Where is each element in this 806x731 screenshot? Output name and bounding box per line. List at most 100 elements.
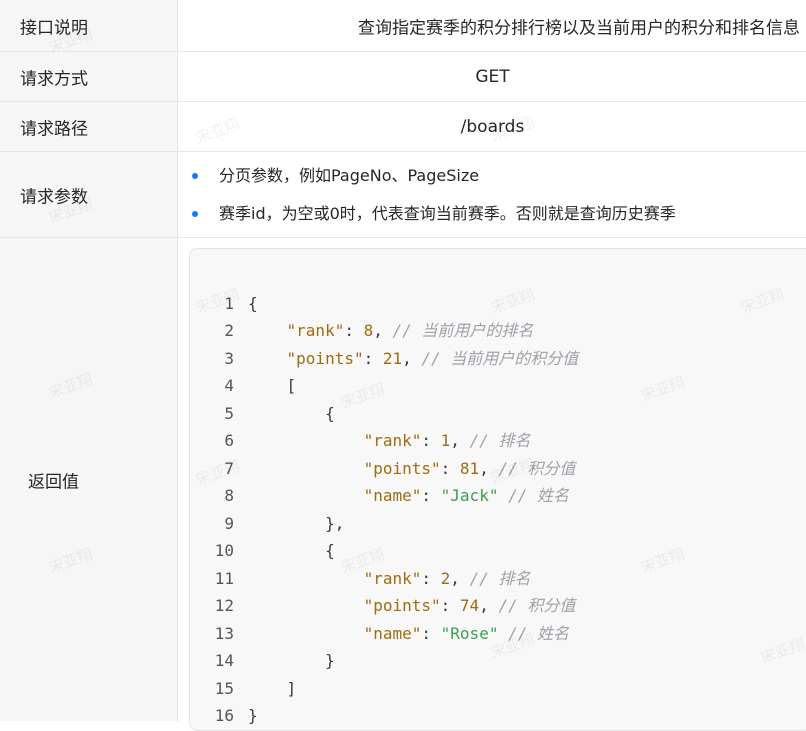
row-label: 返回值 [28,472,79,492]
line-number: 8 [224,486,234,505]
code-key: "rank" [363,569,422,588]
code-comment: // 积分值 [498,596,576,615]
code-token: , [479,596,499,615]
code-token: , [479,459,499,478]
row-label: 请求方式 [20,69,88,89]
code-line: 12 "points": 74, // 积分值 [190,592,576,619]
label-cell: 返回值 [0,238,178,721]
code-comment: // 积分值 [498,459,576,478]
bullet-icon [192,173,198,179]
list-item: 分页参数，例如PageNo、PageSize [191,164,676,202]
value-cell: 查询指定赛季的积分排行榜以及当前用户的积分和排名信息 [179,0,806,51]
code-token: : [421,486,441,505]
line-number: 1 [224,294,234,313]
code-token: : [440,459,460,478]
code-value: 74 [459,596,480,615]
code-line: 6 "rank": 1, // 排名 [190,427,530,454]
code-comment: // 姓名 [508,486,569,505]
code-line: 14 } [190,647,335,674]
code-token: , [402,349,422,368]
row-response: 返回值 1{ 2 "rank": 8, // 当前用户的排名 3 "points… [0,238,806,731]
code-token: { [325,541,335,560]
line-number: 2 [224,321,234,340]
bullet-icon [192,211,198,217]
code-line: 3 "points": 21, // 当前用户的积分值 [190,345,578,372]
code-key: "rank" [286,321,345,340]
code-line: 4 [ [190,372,296,399]
row-description: 接口说明 查询指定赛季的积分排行榜以及当前用户的积分和排名信息 [0,0,806,52]
code-token: : [421,431,441,450]
line-number: 6 [224,431,234,450]
value-cell: GET [179,52,806,101]
code-line: 15 ] [190,675,296,702]
line-number: 7 [224,459,234,478]
code-line: 9 }, [190,510,344,537]
code-token: : [344,321,364,340]
code-token: }, [325,514,345,533]
code-line: 11 "rank": 2, // 排名 [190,565,531,592]
row-label: 请求参数 [20,187,88,207]
code-comment: // 姓名 [508,624,569,643]
label-cell: 请求参数 [0,152,178,237]
params-list: 分页参数，例如PageNo、PageSize 赛季id，为空或0时，代表查询当前… [191,164,676,240]
line-number: 14 [214,651,234,670]
code-line: 16} [190,702,258,729]
method-text: GET [475,66,510,87]
code-line: 13 "name": "Rose" // 姓名 [190,620,569,647]
code-value: 1 [440,431,451,450]
value-cell: 分页参数，例如PageNo、PageSize 赛季id，为空或0时，代表查询当前… [179,152,806,237]
line-number: 13 [214,624,234,643]
list-item-text: 分页参数，例如PageNo、PageSize [219,166,480,185]
code-key: "name" [363,486,422,505]
code-line: 1{ [190,290,258,317]
list-item-text: 赛季id，为空或0时，代表查询当前赛季。否则就是查询历史赛季 [219,204,676,223]
line-number: 11 [214,569,234,588]
code-line: 2 "rank": 8, // 当前用户的排名 [190,317,533,344]
code-key: "points" [363,596,441,615]
list-item: 赛季id，为空或0时，代表查询当前赛季。否则就是查询历史赛季 [191,202,676,240]
label-cell: 请求路径 [0,102,178,151]
code-token: , [450,569,470,588]
code-key: "name" [363,624,422,643]
description-text: 查询指定赛季的积分排行榜以及当前用户的积分和排名信息 [358,18,800,38]
code-token: : [363,349,383,368]
line-number: 10 [214,541,234,560]
code-key: "rank" [363,431,422,450]
code-line: 8 "name": "Jack" // 姓名 [190,482,569,509]
code-value: 8 [363,321,374,340]
row-label: 接口说明 [20,18,88,38]
code-token: : [421,624,441,643]
code-value: "Rose" [440,624,499,643]
code-value: 81 [459,459,480,478]
code-token: ] [286,679,297,698]
code-key: "points" [363,459,441,478]
code-value: 2 [440,569,451,588]
code-comment: // 排名 [469,569,531,588]
row-label: 请求路径 [20,119,88,139]
code-token: [ [286,376,297,395]
code-comment: // 当前用户的排名 [392,321,534,340]
code-token: { [325,404,335,423]
line-number: 3 [224,349,234,368]
code-token: , [373,321,393,340]
value-cell: /boards [179,102,806,151]
code-token: { [248,294,258,313]
code-comment: // 排名 [469,431,531,450]
line-number: 15 [214,679,234,698]
value-cell: 1{ 2 "rank": 8, // 当前用户的排名 3 "points": 2… [179,238,806,731]
code-key: "points" [286,349,364,368]
row-method: 请求方式 GET [0,52,806,102]
code-line: 10 { [190,537,335,564]
code-value: 21 [382,349,403,368]
code-token: } [325,651,335,670]
line-number: 12 [214,596,234,615]
code-block: 1{ 2 "rank": 8, // 当前用户的排名 3 "points": 2… [189,248,806,731]
code-comment: // 当前用户的积分值 [421,349,579,368]
line-number: 5 [224,404,234,423]
label-cell: 请求方式 [0,52,178,101]
row-params: 请求参数 分页参数，例如PageNo、PageSize 赛季id，为空或0时，代… [0,152,806,238]
label-cell: 接口说明 [0,0,178,51]
code-token: : [440,596,460,615]
row-path: 请求路径 /boards [0,102,806,152]
path-text: /boards [460,116,525,137]
